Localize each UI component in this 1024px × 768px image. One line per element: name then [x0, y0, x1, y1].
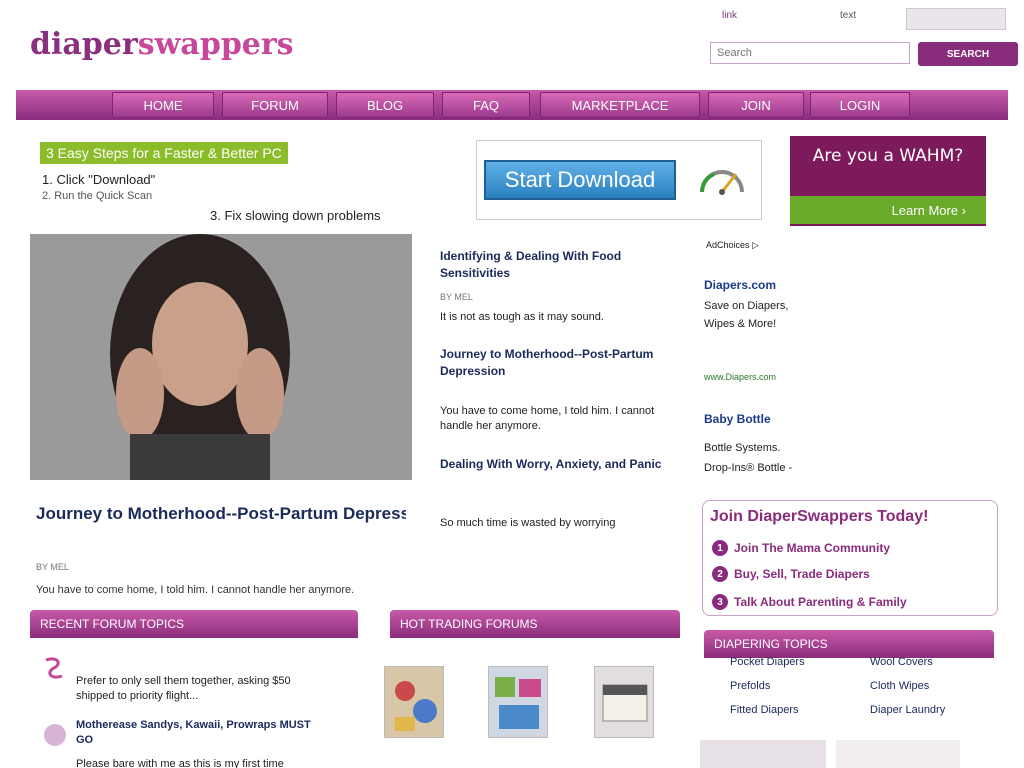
speedometer-icon [696, 158, 748, 198]
adchoices-link[interactable]: AdChoices ▷ [706, 240, 759, 251]
ad-link-quick-scan[interactable]: 2. Run the Quick Scan [42, 190, 152, 202]
wahm-learn-more-button[interactable]: Learn More › [790, 196, 986, 224]
join-num-2: 2 [712, 566, 728, 582]
join-title-button[interactable]: Join DiaperSwappers Today! [710, 508, 928, 526]
forum-text: Please bare with me as this is my first … [76, 758, 284, 768]
article-excerpt-food: It is not as tough as it may sound. [440, 311, 604, 323]
trading-thumb-3[interactable] [594, 666, 654, 738]
logo-text-part2: swappers [137, 26, 294, 62]
join-item-community[interactable]: 1 Join The Mama Community [712, 540, 890, 556]
join-item-label: Join The Mama Community [734, 541, 891, 555]
article-excerpt-worry: So much time is wasted by worrying [440, 517, 616, 529]
diapering-link-2[interactable]: Prefolds [730, 680, 770, 692]
top-banner-image [906, 8, 1006, 30]
top-link[interactable]: link [722, 10, 737, 21]
section-heading-diapering: DIAPERING TOPICS [704, 630, 994, 658]
join-item-swap[interactable]: 2 Buy, Sell, Trade Diapers [712, 566, 870, 582]
diapering-link-3[interactable]: Fitted Diapers [730, 704, 798, 716]
featured-excerpt: You have to come home, I told him. I can… [36, 584, 355, 596]
article-title-food[interactable]: Identifying & Dealing With Food Sensitiv… [440, 248, 688, 282]
logo-text-part1: diaper [30, 26, 138, 62]
forum-user-avatar [44, 724, 66, 746]
start-download-button[interactable]: Start Download [484, 160, 676, 200]
nav-faq[interactable]: FAQ [442, 92, 530, 118]
diapering-ad-image-2[interactable] [836, 740, 960, 768]
forum-excerpt: Prefer to only sell them together, askin… [76, 675, 291, 703]
sidebar-ad-heading-diapers[interactable]: Diapers.com [704, 278, 776, 292]
article-title-worry[interactable]: Dealing With Worry, Anxiety, and Panic [440, 456, 688, 473]
diapering-link-1[interactable]: Pocket Diapers [730, 656, 805, 668]
featured-article-image[interactable] [30, 234, 412, 480]
diapering-link-5[interactable]: Cloth Wipes [870, 680, 929, 692]
sidebar-ad-text4: Drop-Ins® Bottle - [704, 462, 793, 474]
nav-home[interactable]: HOME [112, 92, 214, 118]
ad-line-fix: 3. Fix slowing down problems [210, 208, 381, 223]
sidebar-ad-text3: Bottle Systems. [704, 442, 781, 454]
nav-marketplace[interactable]: MARKETPLACE [540, 92, 700, 118]
join-num-3: 3 [712, 594, 728, 610]
site-logo[interactable]: diaper swappers [30, 22, 370, 66]
top-text: text [840, 10, 857, 21]
ad-line-download: 1. Click "Download" [42, 172, 156, 187]
nav-join[interactable]: JOIN [708, 92, 804, 118]
nav-forum[interactable]: FORUM [222, 92, 328, 118]
section-heading-forum: RECENT FORUM TOPICS [30, 610, 358, 638]
diapering-link-6[interactable]: Diaper Laundry [870, 704, 945, 716]
search-input[interactable] [710, 42, 910, 64]
forum-topic-icon [40, 654, 68, 682]
search-button[interactable]: SEARCH [918, 42, 1018, 66]
diapering-ad-image-1[interactable] [700, 740, 826, 768]
ad-link-faster-pc[interactable]: 3 Easy Steps for a Faster & Better PC [40, 142, 288, 164]
wahm-question: Are you a WAHM? [812, 146, 964, 166]
sidebar-ad-heading-bottle[interactable]: Baby Bottle [704, 412, 771, 426]
nav-login[interactable]: LOGIN [810, 92, 910, 118]
section-heading-trading: HOT TRADING FORUMS [390, 610, 680, 638]
forum-topic-link[interactable]: Motherease Sandys, Kawaii, Prowraps MUST… [76, 718, 324, 749]
trading-thumb-2[interactable] [488, 666, 548, 738]
sidebar-ad-url[interactable]: www.Diapers.com [704, 372, 776, 382]
sidebar-ad-text2: Wipes & More! [704, 318, 777, 330]
sidebar-ad-text1: Save on Diapers, [704, 300, 789, 312]
article-title-motherhood[interactable]: Journey to Motherhood--Post-Partum Depre… [440, 346, 688, 380]
join-item-parenting[interactable]: 3 Talk About Parenting & Family [712, 594, 907, 610]
article-excerpt-motherhood: You have to come home, I told him. I can… [440, 405, 655, 433]
article-byline-food: BY MEL [440, 292, 473, 302]
join-num-1: 1 [712, 540, 728, 556]
featured-byline: BY MEL [36, 562, 69, 572]
nav-blog[interactable]: BLOG [336, 92, 434, 118]
diapering-link-4[interactable]: Wool Covers [870, 656, 933, 668]
trading-thumb-1[interactable] [384, 666, 444, 738]
join-item-label: Talk About Parenting & Family [734, 595, 907, 609]
featured-article-title[interactable]: Journey to Motherhood--Post-Partum Depre… [36, 504, 406, 524]
join-item-label: Buy, Sell, Trade Diapers [734, 567, 870, 581]
